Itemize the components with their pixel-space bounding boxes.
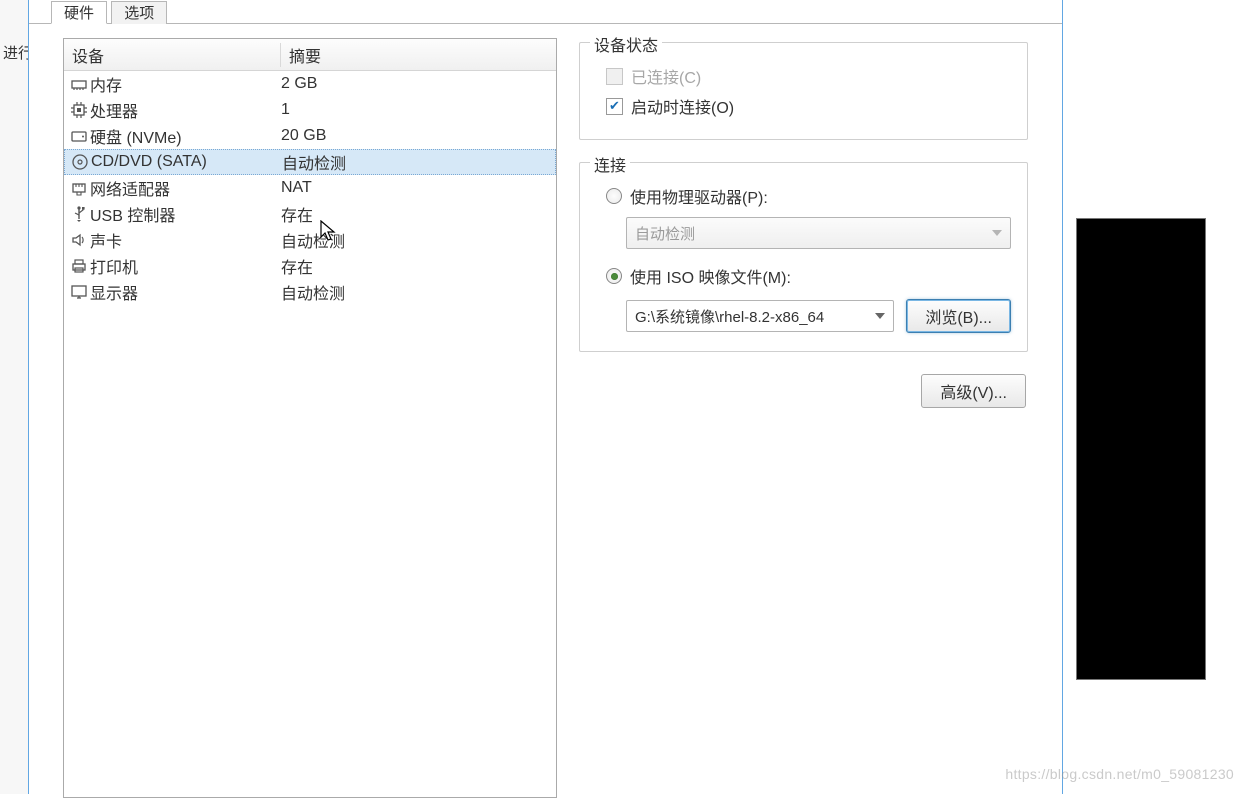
device-row[interactable]: 硬盘 (NVMe)20 GB (64, 123, 556, 149)
combo-physical-value: 自动检测 (635, 223, 695, 244)
display-icon (68, 282, 90, 302)
chevron-down-icon[interactable] (875, 313, 885, 319)
checkbox-connected (606, 68, 623, 85)
device-row[interactable]: 网络适配器NAT (64, 175, 556, 201)
tab-options[interactable]: 选项 (111, 1, 167, 24)
header-summary[interactable]: 摘要 (281, 43, 556, 67)
cpu-icon (68, 100, 90, 120)
memory-icon (68, 74, 90, 94)
device-summary: 自动检测 (281, 228, 556, 252)
device-name: USB 控制器 (90, 202, 281, 226)
device-row[interactable]: 内存2 GB (64, 71, 556, 97)
device-summary: 存在 (281, 254, 556, 278)
device-row[interactable]: 处理器1 (64, 97, 556, 123)
header-device[interactable]: 设备 (64, 43, 281, 67)
device-name: 硬盘 (NVMe) (90, 124, 281, 148)
device-summary: 自动检测 (281, 280, 556, 304)
device-name: 声卡 (90, 228, 281, 252)
group-title-connection: 连接 (590, 152, 630, 176)
net-icon (68, 178, 90, 198)
group-connection: 连接 使用物理驱动器(P): 自动检测 使用 ISO 映像文件(M): (579, 162, 1028, 352)
printer-icon (68, 256, 90, 276)
background-dark-window (1076, 218, 1206, 680)
group-device-status: 设备状态 已连接(C) ✔ 启动时连接(O) (579, 42, 1028, 140)
radio-use-physical[interactable] (606, 188, 622, 204)
device-row[interactable]: 打印机存在 (64, 253, 556, 279)
device-list-header: 设备 摘要 (64, 39, 556, 71)
device-detail-panel: 设备状态 已连接(C) ✔ 启动时连接(O) 连接 使用物理驱动器(P): (579, 38, 1028, 798)
disc-icon (69, 152, 91, 172)
tab-strip: 硬件 选项 (29, 0, 1062, 24)
vm-settings-dialog: 硬件 选项 设备 摘要 内存2 GB处理器1硬盘 (NVMe)20 GBCD/D… (28, 0, 1063, 794)
device-name: 网络适配器 (90, 176, 281, 200)
label-use-physical: 使用物理驱动器(P): (630, 184, 768, 208)
device-name: 显示器 (90, 280, 281, 304)
device-panel: 设备 摘要 内存2 GB处理器1硬盘 (NVMe)20 GBCD/DVD (SA… (63, 38, 557, 798)
watermark-text: https://blog.csdn.net/m0_59081230 (1005, 766, 1234, 782)
checkbox-connect-on-power[interactable]: ✔ (606, 98, 623, 115)
device-row[interactable]: 显示器自动检测 (64, 279, 556, 305)
disk-icon (68, 126, 90, 146)
advanced-button[interactable]: 高级(V)... (921, 374, 1026, 408)
device-name: CD/DVD (SATA) (91, 153, 282, 171)
label-connected: 已连接(C) (631, 64, 701, 88)
usb-icon (68, 204, 90, 224)
device-summary: 1 (281, 101, 556, 119)
device-name: 内存 (90, 72, 281, 96)
combo-iso-value: G:\系统镜像\rhel-8.2-x86_64 (635, 306, 824, 327)
device-summary: NAT (281, 179, 556, 197)
device-name: 处理器 (90, 98, 281, 122)
sound-icon (68, 230, 90, 250)
tab-hardware[interactable]: 硬件 (51, 1, 107, 24)
radio-use-iso[interactable] (606, 268, 622, 284)
device-list: 内存2 GB处理器1硬盘 (NVMe)20 GBCD/DVD (SATA)自动检… (64, 71, 556, 797)
label-use-iso: 使用 ISO 映像文件(M): (630, 264, 791, 288)
group-title-status: 设备状态 (590, 32, 662, 56)
device-row[interactable]: USB 控制器存在 (64, 201, 556, 227)
combo-iso-path[interactable]: G:\系统镜像\rhel-8.2-x86_64 (626, 300, 894, 332)
device-summary: 20 GB (281, 127, 556, 145)
device-summary: 2 GB (281, 75, 556, 93)
label-connect-on-power: 启动时连接(O) (631, 94, 734, 118)
browse-button[interactable]: 浏览(B)... (906, 299, 1011, 333)
device-name: 打印机 (90, 254, 281, 278)
combo-physical-drive: 自动检测 (626, 217, 1011, 249)
device-summary: 存在 (281, 202, 556, 226)
device-row[interactable]: CD/DVD (SATA)自动检测 (64, 149, 556, 175)
device-row[interactable]: 声卡自动检测 (64, 227, 556, 253)
chevron-down-icon (992, 230, 1002, 236)
device-summary: 自动检测 (282, 150, 555, 174)
